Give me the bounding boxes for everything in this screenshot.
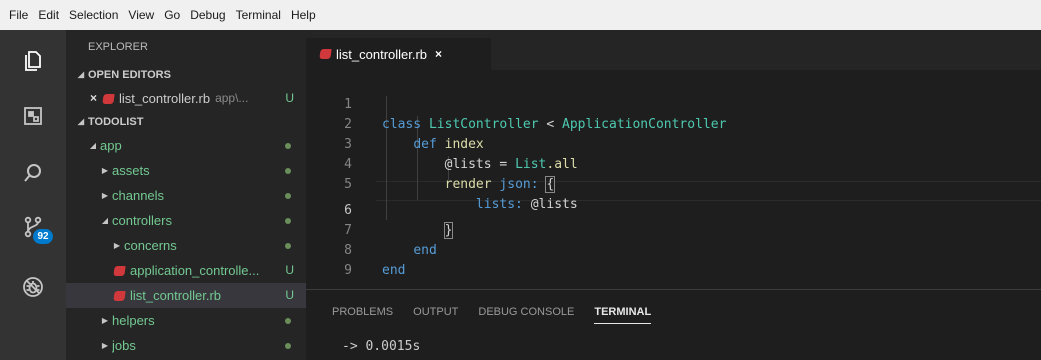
line-number: 9 bbox=[344, 263, 352, 278]
tree-item-jobs[interactable]: ▶ jobs bbox=[66, 333, 306, 358]
tree-item-channels[interactable]: ▶ channels bbox=[66, 183, 306, 208]
chevron-right-icon: ▶ bbox=[101, 166, 109, 175]
open-editors-label: OPEN EDITORS bbox=[88, 69, 171, 81]
ruby-file-icon bbox=[102, 93, 115, 104]
tab-output[interactable]: OUTPUT bbox=[413, 301, 458, 324]
tree-item-list-controller[interactable]: list_controller.rb U bbox=[66, 283, 306, 308]
modified-dot bbox=[285, 243, 291, 249]
tab-problems[interactable]: PROBLEMS bbox=[332, 301, 393, 324]
open-editor-item[interactable]: × list_controller.rb app\... U bbox=[66, 86, 306, 111]
tab-filename: list_controller.rb bbox=[336, 46, 428, 62]
code-line: 1 class ListController < ApplicationCont… bbox=[306, 75, 1041, 132]
tab-debug-console[interactable]: DEBUG CONSOLE bbox=[478, 301, 574, 324]
code-line: 5 lists: @lists bbox=[306, 155, 1041, 212]
menu-file[interactable]: File bbox=[4, 0, 33, 30]
menu-debug[interactable]: Debug bbox=[185, 0, 230, 30]
git-status-badge: U bbox=[285, 263, 294, 277]
tree-item-label: concerns bbox=[124, 238, 177, 253]
code-line: 2 def index bbox=[306, 95, 1041, 152]
chevron-down-icon: ◢ bbox=[101, 216, 109, 225]
open-editor-filename: list_controller.rb bbox=[119, 91, 211, 106]
code-line: 3 @lists = List.all bbox=[306, 115, 1041, 172]
tree-item-helpers[interactable]: ▶ helpers bbox=[66, 308, 306, 333]
menu-edit[interactable]: Edit bbox=[33, 0, 64, 30]
explorer-sidebar: EXPLORER ◢ OPEN EDITORS × list_controlle… bbox=[66, 30, 306, 360]
open-editors-section[interactable]: ◢ OPEN EDITORS bbox=[66, 64, 306, 86]
source-control-badge: 92 bbox=[33, 229, 53, 244]
code-line: 4 render json: { bbox=[306, 135, 1041, 193]
project-label: TODOLIST bbox=[88, 116, 144, 128]
code-line: 6 } bbox=[306, 181, 1041, 239]
chevron-down-icon: ◢ bbox=[77, 70, 85, 79]
debug-icon[interactable] bbox=[0, 262, 66, 312]
chevron-down-icon: ◢ bbox=[77, 117, 85, 126]
tab-terminal[interactable]: TERMINAL bbox=[594, 301, 652, 324]
code-line: 8 end bbox=[306, 221, 1041, 278]
ruby-file-icon bbox=[113, 290, 126, 301]
tree-item-label: application_controlle... bbox=[130, 263, 260, 278]
menu-help[interactable]: Help bbox=[286, 0, 321, 30]
close-icon[interactable]: × bbox=[90, 86, 97, 111]
tree-item-label: jobs bbox=[112, 338, 136, 353]
menu-go[interactable]: Go bbox=[159, 0, 185, 30]
menu-view[interactable]: View bbox=[123, 0, 159, 30]
tree-item-label: list_controller.rb bbox=[130, 288, 222, 303]
editor-tab-bar: list_controller.rb × bbox=[306, 30, 1041, 70]
ruby-file-icon bbox=[113, 265, 126, 276]
tree-item-controllers[interactable]: ◢ controllers bbox=[66, 208, 306, 233]
extensions-icon[interactable] bbox=[0, 91, 66, 141]
modified-dot bbox=[285, 143, 291, 149]
source-control-icon[interactable]: 92 bbox=[0, 202, 66, 252]
explorer-title: EXPLORER bbox=[88, 41, 148, 53]
tree-item-label: controllers bbox=[112, 213, 172, 228]
menu-bar: File Edit Selection View Go Debug Termin… bbox=[0, 0, 1041, 30]
modified-dot bbox=[285, 343, 291, 349]
tree-item-label: assets bbox=[112, 163, 150, 178]
tree-item-label: channels bbox=[112, 188, 165, 203]
git-status-badge: U bbox=[285, 288, 294, 302]
menu-selection[interactable]: Selection bbox=[64, 0, 123, 30]
code-line: 9 bbox=[306, 241, 1041, 278]
tree-item-app[interactable]: ◢ app bbox=[66, 133, 306, 158]
search-icon[interactable] bbox=[0, 148, 66, 198]
ruby-file-icon bbox=[319, 49, 332, 59]
tree-item-label: app bbox=[100, 138, 122, 153]
chevron-right-icon: ▶ bbox=[113, 241, 121, 250]
modified-dot bbox=[285, 193, 291, 199]
modified-dot bbox=[285, 318, 291, 324]
open-editor-path: app\... bbox=[215, 91, 249, 105]
menu-terminal[interactable]: Terminal bbox=[231, 0, 286, 30]
tree-item-assets[interactable]: ▶ assets bbox=[66, 158, 306, 183]
modified-dot bbox=[285, 168, 291, 174]
chevron-down-icon: ◢ bbox=[89, 141, 97, 150]
git-status-badge: U bbox=[285, 91, 294, 105]
bottom-panel: PROBLEMS OUTPUT DEBUG CONSOLE TERMINAL -… bbox=[306, 289, 1041, 360]
project-section[interactable]: ◢ TODOLIST bbox=[66, 111, 306, 133]
code-line: 7 end bbox=[306, 201, 1041, 258]
panel-tabs: PROBLEMS OUTPUT DEBUG CONSOLE TERMINAL bbox=[332, 301, 671, 324]
close-icon[interactable]: × bbox=[435, 47, 442, 61]
code-editor[interactable]: 1 class ListController < ApplicationCont… bbox=[306, 70, 1041, 278]
modified-dot bbox=[285, 218, 291, 224]
code-text: end bbox=[382, 263, 406, 278]
chevron-right-icon: ▶ bbox=[101, 191, 109, 200]
tree-item-label: helpers bbox=[112, 313, 155, 328]
terminal-output[interactable]: -> 0.0015s bbox=[342, 339, 420, 354]
chevron-right-icon: ▶ bbox=[101, 341, 109, 350]
explorer-icon[interactable] bbox=[0, 36, 66, 86]
chevron-right-icon: ▶ bbox=[101, 316, 109, 325]
tree-item-application-controller[interactable]: application_controlle... U bbox=[66, 258, 306, 283]
editor-tab[interactable]: list_controller.rb × bbox=[306, 38, 491, 70]
tree-item-concerns[interactable]: ▶ concerns bbox=[66, 233, 306, 258]
activity-bar: 92 bbox=[0, 30, 66, 360]
